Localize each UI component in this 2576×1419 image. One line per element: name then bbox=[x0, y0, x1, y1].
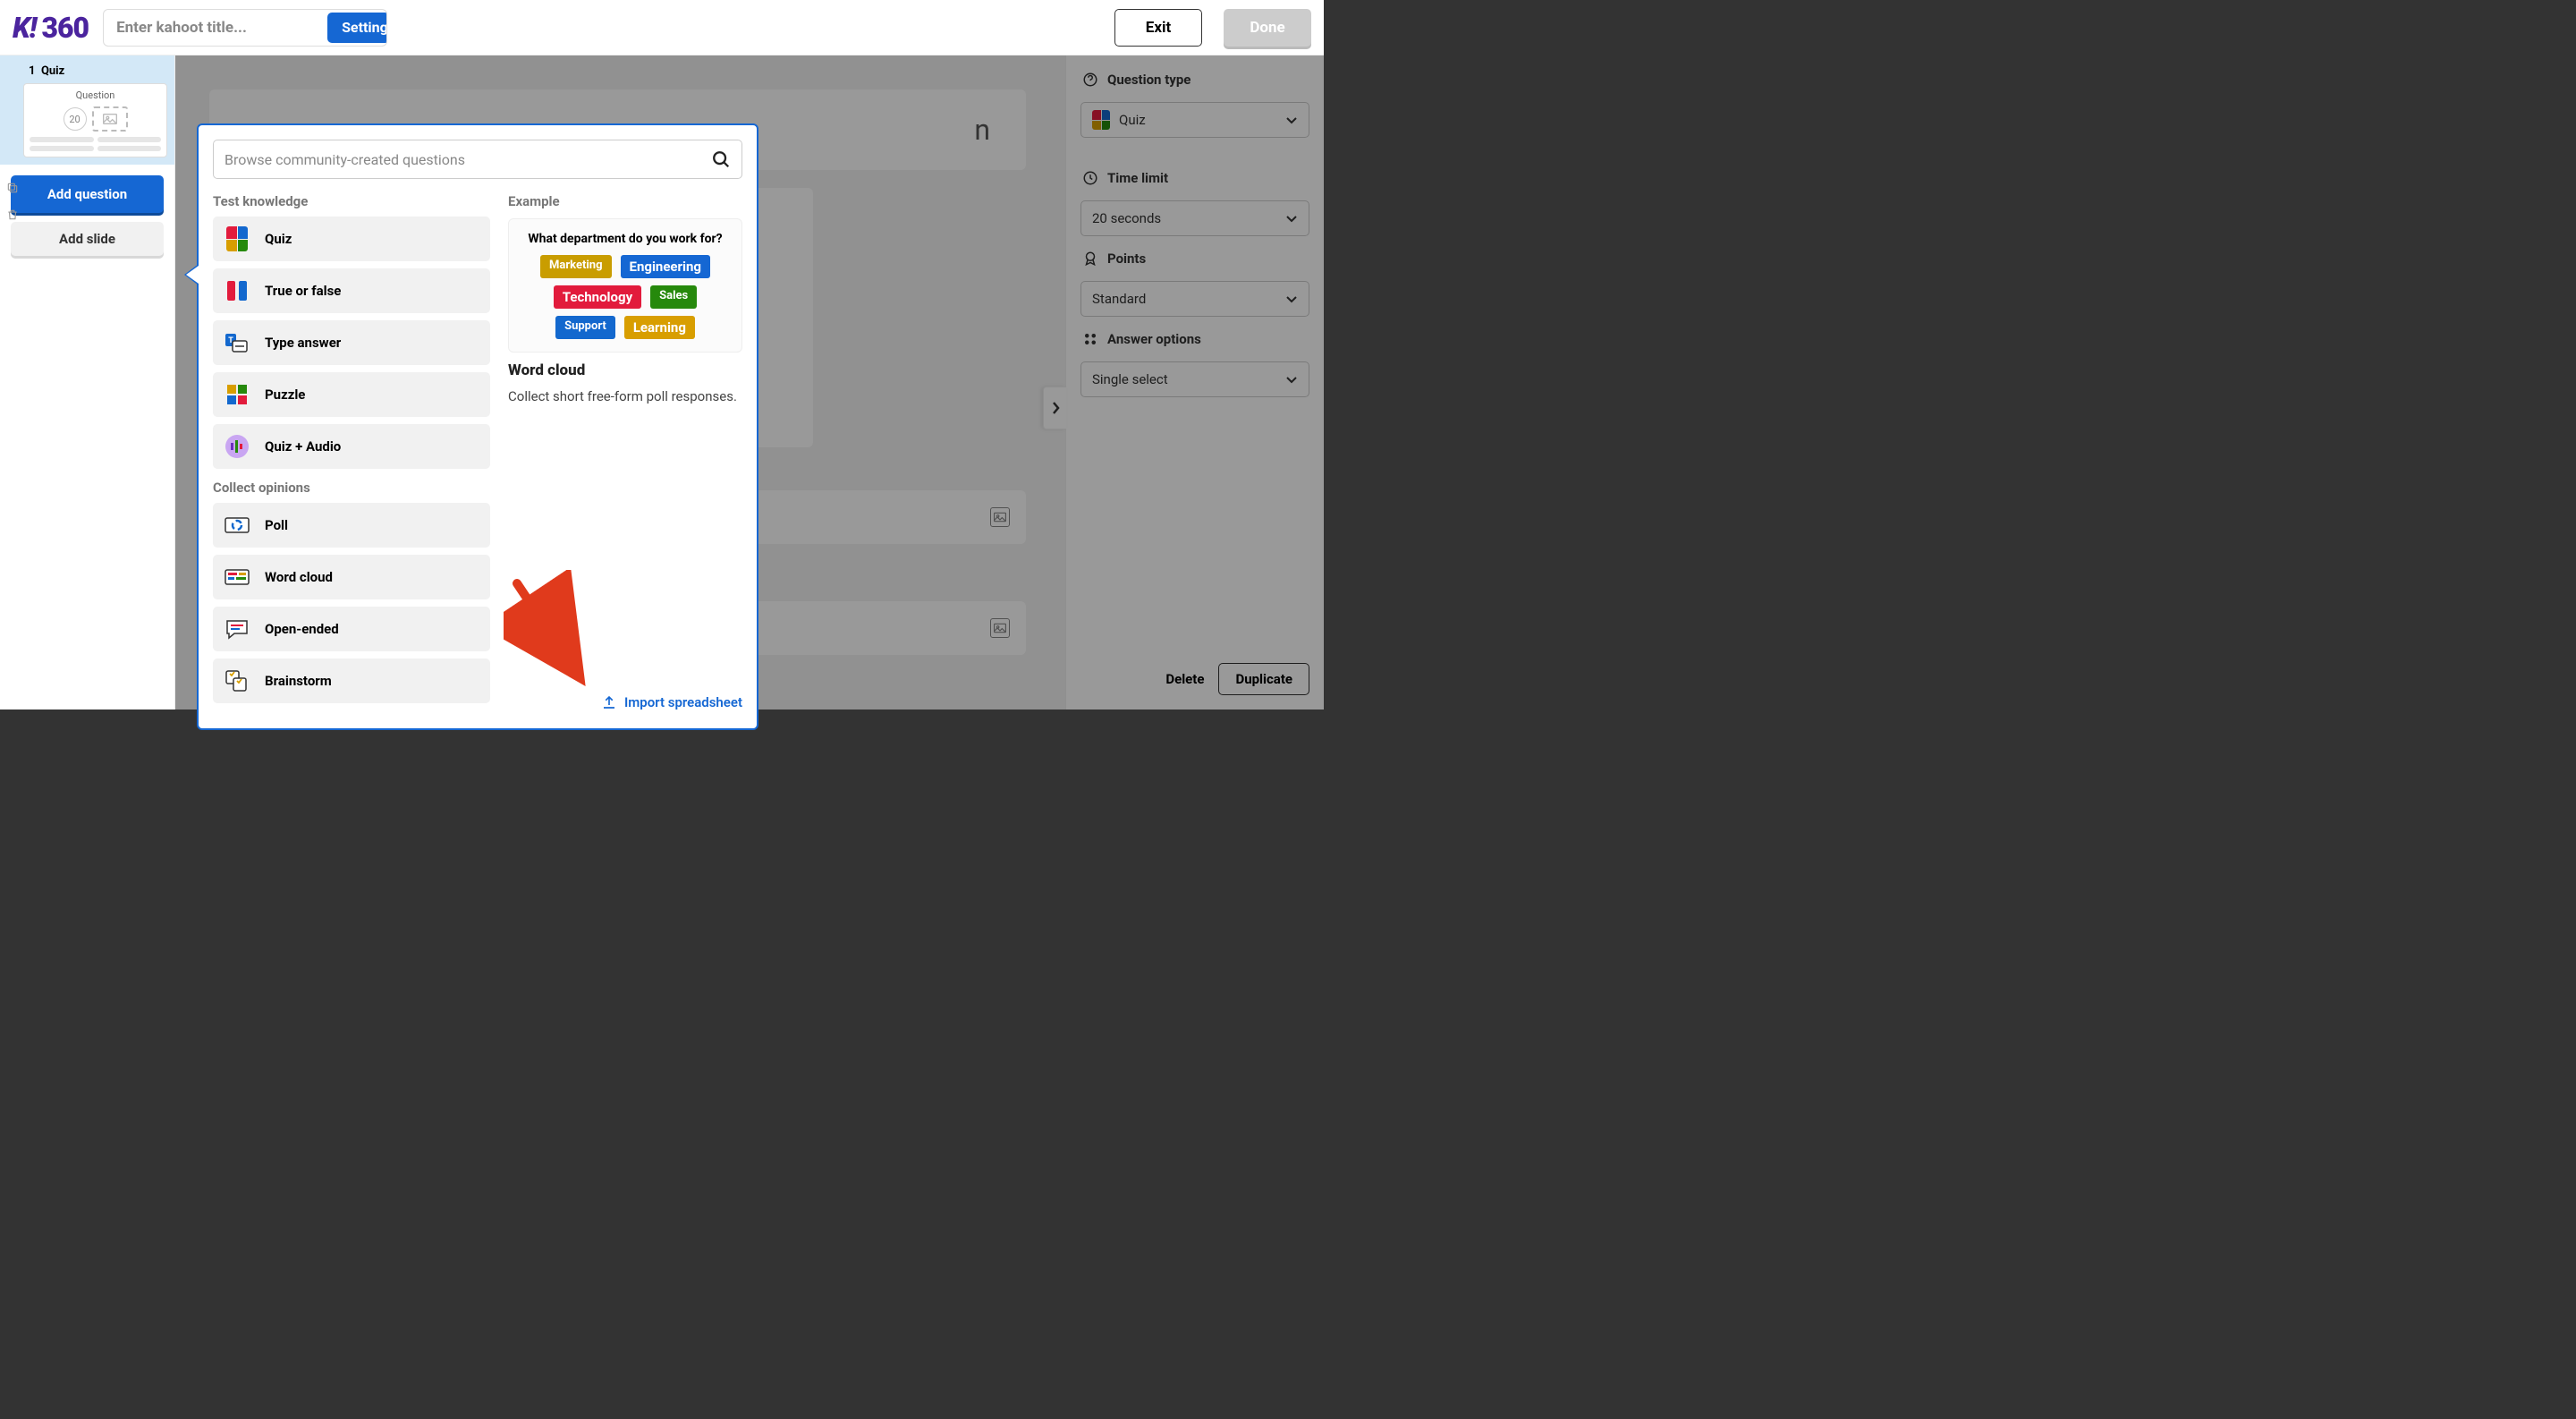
wordcloud-icon bbox=[222, 562, 252, 592]
example-card: What department do you work for? Marketi… bbox=[508, 218, 742, 353]
question-type-wordcloud[interactable]: Word cloud bbox=[213, 555, 490, 599]
question-type-label: Question type bbox=[1080, 70, 1309, 89]
example-tag: Learning bbox=[624, 316, 695, 339]
question-types-column: Test knowledge Quiz True or false T Type ans… bbox=[213, 190, 490, 714]
type-label: Type answer bbox=[265, 335, 341, 351]
image-icon[interactable] bbox=[990, 618, 1010, 638]
truefalse-icon bbox=[222, 276, 252, 306]
example-tag: Sales bbox=[650, 285, 697, 309]
duplicate-slide-icon[interactable] bbox=[5, 181, 20, 195]
exit-button[interactable]: Exit bbox=[1114, 9, 1202, 47]
type-label: Quiz + Audio bbox=[265, 438, 341, 455]
clock-icon bbox=[1080, 168, 1100, 188]
example-desc: Collect short free-form poll responses. bbox=[508, 388, 742, 404]
done-button[interactable]: Done bbox=[1224, 9, 1311, 47]
logo: K! 360 bbox=[13, 11, 89, 45]
grid-icon bbox=[1080, 329, 1100, 349]
example-question: What department do you work for? bbox=[520, 232, 731, 246]
type-label: Quiz bbox=[265, 231, 292, 247]
question-type-truefalse[interactable]: True or false bbox=[213, 268, 490, 313]
chevron-down-icon bbox=[1285, 375, 1298, 384]
upload-icon bbox=[601, 694, 617, 710]
points-select[interactable]: Standard bbox=[1080, 281, 1309, 317]
question-type-quiz[interactable]: Quiz bbox=[213, 217, 490, 261]
add-question-button[interactable]: Add question bbox=[11, 175, 164, 213]
slide-thumb-title: Question bbox=[30, 89, 161, 101]
quiz-icon bbox=[222, 224, 252, 254]
search-icon[interactable] bbox=[711, 149, 731, 169]
example-tag: Engineering bbox=[621, 255, 710, 278]
question-type-typeanswer[interactable]: T Type answer bbox=[213, 320, 490, 365]
collapse-sidebar-button[interactable] bbox=[1043, 387, 1066, 429]
kahoot-title-input[interactable] bbox=[104, 19, 327, 37]
points-label: Points bbox=[1080, 249, 1309, 268]
section-header: Test knowledge bbox=[213, 193, 490, 209]
chevron-down-icon bbox=[1285, 214, 1298, 223]
title-container: Settings bbox=[103, 9, 387, 47]
type-label: Brainstorm bbox=[265, 673, 332, 689]
poll-icon bbox=[222, 510, 252, 540]
type-label: True or false bbox=[265, 283, 341, 299]
settings-sidebar: Question type Quiz Time limit 20 seconds bbox=[1065, 55, 1324, 710]
add-slide-button[interactable]: Add slide bbox=[11, 222, 164, 256]
answer-options-select[interactable]: Single select bbox=[1080, 361, 1309, 397]
question-type-openended[interactable]: Open-ended bbox=[213, 607, 490, 651]
question-type-brainstorm[interactable]: Brainstorm bbox=[213, 659, 490, 703]
import-spreadsheet-link[interactable]: Import spreadsheet bbox=[601, 694, 742, 714]
search-container bbox=[213, 140, 742, 179]
settings-button[interactable]: Settings bbox=[327, 13, 387, 43]
example-tag: Support bbox=[555, 316, 615, 339]
image-icon[interactable] bbox=[990, 507, 1010, 527]
example-column: Example What department do you work for?… bbox=[508, 190, 742, 714]
example-title: Word cloud bbox=[508, 361, 742, 379]
time-limit-select[interactable]: 20 seconds bbox=[1080, 200, 1309, 236]
type-label: Puzzle bbox=[265, 387, 305, 403]
question-type-select[interactable]: Quiz bbox=[1080, 102, 1309, 138]
slide-label: 1 Quiz bbox=[23, 63, 167, 83]
quizaudio-icon bbox=[222, 431, 252, 462]
delete-button[interactable]: Delete bbox=[1165, 663, 1204, 695]
example-tags: Marketing Engineering Technology Sales Suppo… bbox=[520, 255, 731, 339]
chevron-down-icon bbox=[1285, 294, 1298, 303]
typeanswer-icon: T bbox=[222, 327, 252, 358]
type-label: Word cloud bbox=[265, 569, 333, 585]
logo-k: K! bbox=[13, 11, 36, 45]
example-tag: Technology bbox=[554, 285, 641, 309]
brainstorm-icon bbox=[222, 666, 252, 696]
section-header: Collect opinions bbox=[213, 480, 490, 496]
quiz-icon bbox=[1092, 110, 1110, 130]
delete-slide-icon[interactable] bbox=[5, 208, 20, 222]
openended-icon bbox=[222, 614, 252, 644]
duplicate-button[interactable]: Duplicate bbox=[1218, 663, 1309, 695]
award-icon bbox=[1080, 249, 1100, 268]
type-label: Open-ended bbox=[265, 621, 339, 637]
question-type-puzzle[interactable]: Puzzle bbox=[213, 372, 490, 417]
time-limit-label: Time limit bbox=[1080, 168, 1309, 188]
header: K! 360 Settings Exit Done bbox=[0, 0, 1324, 55]
slide-time-badge: 20 bbox=[64, 107, 87, 131]
answer-options-label: Answer options bbox=[1080, 329, 1309, 349]
slide-sidebar: 1 Quiz Question 20 Add question Add bbox=[0, 55, 175, 710]
question-type-icon bbox=[1080, 70, 1100, 89]
example-header: Example bbox=[508, 193, 742, 209]
puzzle-icon bbox=[222, 379, 252, 410]
example-tag: Marketing bbox=[540, 255, 612, 278]
question-type-poll[interactable]: Poll bbox=[213, 503, 490, 548]
logo-360: 360 bbox=[41, 11, 89, 45]
question-type-quizaudio[interactable]: Quiz + Audio bbox=[213, 424, 490, 469]
image-placeholder-icon bbox=[92, 106, 128, 132]
question-type-modal: Test knowledge Quiz True or false T Type ans… bbox=[197, 123, 758, 730]
search-input[interactable] bbox=[225, 151, 711, 168]
slide-thumbnail[interactable]: Question 20 bbox=[23, 83, 167, 157]
type-label: Poll bbox=[265, 517, 288, 533]
chevron-down-icon bbox=[1285, 115, 1298, 124]
